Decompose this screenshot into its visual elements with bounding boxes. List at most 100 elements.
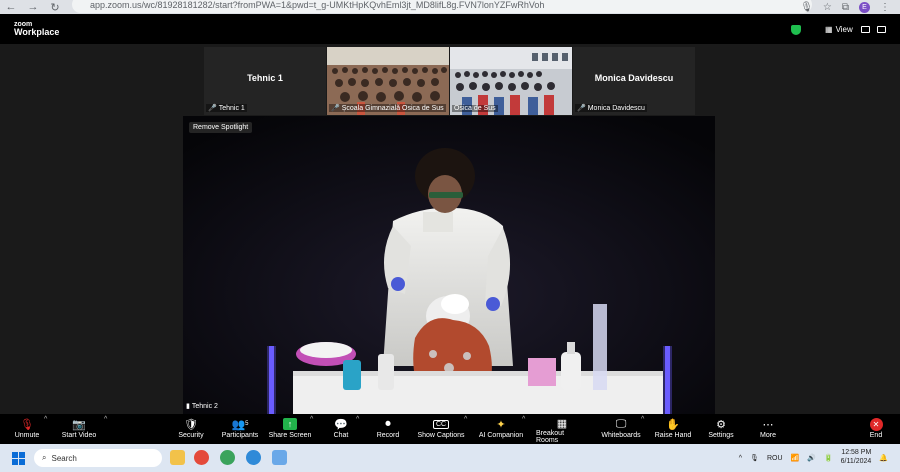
raise-hand-label: Raise Hand <box>654 432 692 439</box>
chat-button[interactable]: 💬 Chat <box>330 416 352 444</box>
battery-icon[interactable]: 🔋 <box>824 454 833 462</box>
wifi-icon[interactable]: 📶 <box>791 454 800 462</box>
video-options-chevron-icon[interactable]: ^ <box>104 416 107 423</box>
encryption-shield-icon[interactable] <box>791 25 801 35</box>
raise-hand-button[interactable]: ✋ Raise Hand <box>654 416 692 444</box>
view-button[interactable]: ▦ View <box>825 25 853 34</box>
spotlight-scene <box>183 116 715 414</box>
captions-options-chevron-icon[interactable]: ^ <box>464 416 467 423</box>
security-label: Security <box>178 432 204 439</box>
gallery-tile[interactable]: Osica de Sus <box>450 47 572 115</box>
snipping-tool-icon[interactable] <box>272 450 287 465</box>
whiteboards-button[interactable]: 🖵 Whiteboards <box>600 416 642 444</box>
spotlight-participant-name: Tehnic 2 <box>191 402 218 410</box>
camera-off-icon: 📷 <box>72 418 86 431</box>
chat-label: Chat <box>333 432 349 439</box>
windows-taskbar: ⌕ Search ^ 🎙 ROU 📶 🔊 🔋 12:58 PM 6/11/202… <box>0 444 900 472</box>
record-label: Record <box>376 432 400 439</box>
breakout-rooms-button[interactable]: ▦ Breakout Rooms <box>536 416 588 445</box>
chrome-profile-icon[interactable] <box>246 450 261 465</box>
bookmark-star-icon[interactable]: ☆ <box>823 2 832 13</box>
ai-options-chevron-icon[interactable]: ^ <box>522 416 525 423</box>
ai-companion-label: AI Companion <box>478 432 524 439</box>
profile-avatar[interactable]: E <box>859 1 870 13</box>
unmute-button[interactable]: 🎙 Unmute <box>10 416 44 444</box>
sparkle-icon: ✦ <box>496 418 506 431</box>
extensions-icon[interactable]: ⧉ <box>842 2 849 13</box>
mic-muted-icon: 🎤 <box>208 105 217 112</box>
browser-toolbar: ← → ↻ app.zoom.us/wc/81928181282/start?f… <box>0 0 900 14</box>
remove-spotlight-button[interactable]: Remove Spotlight <box>189 122 253 133</box>
breakout-label: Breakout Rooms <box>536 430 565 444</box>
end-button[interactable]: ✕ End <box>866 416 886 444</box>
mic-muted-icon: 🎙 <box>20 418 34 431</box>
windows-start-icon[interactable] <box>12 452 25 465</box>
gallery-tile[interactable]: Monica Davidescu 🎤 Monica Davidescu <box>573 47 695 115</box>
end-meeting-icon: ✕ <box>869 416 883 432</box>
end-label: End <box>869 432 883 439</box>
microphone-icon[interactable]: 🎙 <box>750 454 759 462</box>
more-button[interactable]: ⋯ More <box>756 416 780 444</box>
mic-muted-icon: 🎤 <box>331 105 340 112</box>
browser-menu-icon[interactable]: ⋮ <box>880 2 890 13</box>
spotlight-video[interactable]: Remove Spotlight ▮ Tehnic 2 <box>183 116 715 414</box>
audio-options-chevron-icon[interactable]: ^ <box>44 416 47 423</box>
chrome-profile-icon[interactable] <box>220 450 235 465</box>
reload-icon[interactable]: ↻ <box>44 0 66 14</box>
brand-bottom: Workplace <box>14 27 60 37</box>
fullscreen-icon[interactable] <box>877 26 886 33</box>
security-button[interactable]: 🛡 Security <box>174 416 208 444</box>
whiteboard-options-chevron-icon[interactable]: ^ <box>641 416 644 423</box>
zoom-header: zoom Workplace ▦ View <box>0 14 900 44</box>
settings-label: Settings <box>708 432 734 439</box>
forward-icon[interactable]: → <box>22 0 44 14</box>
show-captions-button[interactable]: CC Show Captions <box>416 416 466 444</box>
volume-icon[interactable]: 🔊 <box>807 454 816 462</box>
whiteboard-icon: 🖵 <box>615 417 627 430</box>
view-grid-icon: ▦ <box>825 25 833 34</box>
tile-label: Tehnic 1 <box>218 104 245 112</box>
more-icon: ⋯ <box>762 418 774 431</box>
participants-label: Participants <box>221 432 259 439</box>
search-icon: ⌕ <box>42 453 47 462</box>
participants-icon: 👥 5 <box>231 418 249 431</box>
mic-muted-icon: 🎤 <box>577 105 586 112</box>
clock-date: 6/11/2024 <box>840 458 872 465</box>
captions-label: Show Captions <box>417 432 465 439</box>
tile-label: Osica de Sus <box>454 105 496 112</box>
meeting-area: Tehnic 1 🎤 Tehnic 1 🎤 Școala Gimnazială Os… <box>0 44 900 414</box>
chrome-icon[interactable] <box>194 450 209 465</box>
share-options-chevron-icon[interactable]: ^ <box>310 416 313 423</box>
address-bar[interactable]: app.zoom.us/wc/81928181282/start?fromPWA… <box>72 0 812 13</box>
mic-permission-icon[interactable]: 🎙 <box>800 2 813 13</box>
ai-companion-button[interactable]: ✦ AI Companion <box>478 416 524 444</box>
unmute-label: Unmute <box>14 432 40 439</box>
share-screen-button[interactable]: ↑ Share Screen <box>268 416 312 444</box>
gallery-tile[interactable]: 🎤 Școala Gimnazială Osica de Sus <box>327 47 449 115</box>
back-icon[interactable]: ← <box>0 0 22 14</box>
taskbar-search[interactable]: ⌕ Search <box>34 449 162 467</box>
file-explorer-icon[interactable] <box>170 450 185 465</box>
tile-label: Monica Davidescu <box>587 104 645 112</box>
participants-button[interactable]: 👥 5 Participants <box>220 416 260 444</box>
chat-options-chevron-icon[interactable]: ^ <box>356 416 359 423</box>
start-video-label: Start Video <box>61 432 97 439</box>
clock-time: 12:58 PM <box>841 449 872 457</box>
raise-hand-icon: ✋ <box>666 418 680 431</box>
start-video-button[interactable]: 📷 Start Video <box>58 416 100 444</box>
clock[interactable]: 12:58 PM 6/11/2024 <box>841 449 872 467</box>
notification-bell-icon[interactable]: 🔔 <box>879 454 888 462</box>
zoom-logo: zoom Workplace <box>14 21 59 37</box>
settings-button[interactable]: ⚙ Settings <box>706 416 736 444</box>
share-screen-label: Share Screen <box>268 432 312 439</box>
minimize-window-icon[interactable] <box>861 26 870 33</box>
meeting-toolbar: 🎙 Unmute ^ 📷 Start Video ^ 🛡 Security 👥 5… <box>0 414 900 444</box>
captions-icon: CC <box>432 416 450 432</box>
more-label: More <box>760 432 776 439</box>
tile-name: Tehnic 1 <box>247 73 283 83</box>
record-button[interactable]: ⏺ Record <box>374 416 402 444</box>
tray-overflow-icon[interactable]: ^ <box>739 455 742 462</box>
gallery-tile[interactable]: Tehnic 1 🎤 Tehnic 1 <box>204 47 326 115</box>
url-text: app.zoom.us/wc/81928181282/start?fromPWA… <box>90 0 545 10</box>
language-indicator[interactable]: ROU <box>767 455 783 462</box>
